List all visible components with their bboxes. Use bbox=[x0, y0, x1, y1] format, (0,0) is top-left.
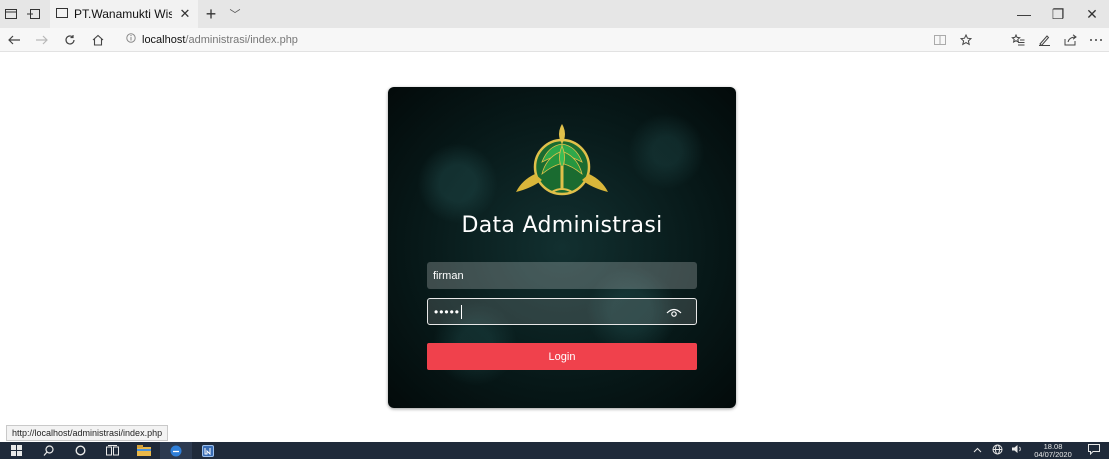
username-input[interactable]: firman bbox=[427, 262, 697, 289]
restore-button[interactable]: ❐ bbox=[1041, 0, 1075, 28]
favorites-icon[interactable] bbox=[1005, 28, 1031, 52]
info-icon[interactable] bbox=[126, 33, 136, 46]
set-aside-tabs-icon[interactable] bbox=[22, 0, 44, 28]
search-icon[interactable] bbox=[32, 442, 64, 459]
windows-start-icon[interactable] bbox=[0, 442, 32, 459]
password-input[interactable]: ••••• bbox=[427, 298, 697, 325]
address-bar[interactable]: localhost/administrasi/index.php bbox=[120, 30, 880, 50]
pen-icon[interactable] bbox=[1031, 28, 1057, 52]
favorite-star-icon[interactable] bbox=[953, 28, 979, 52]
chevron-up-icon[interactable] bbox=[967, 445, 987, 456]
password-mask: ••••• bbox=[434, 304, 461, 319]
tab-menu-chevron-icon[interactable]: ﹀ bbox=[224, 0, 246, 28]
forward-icon[interactable] bbox=[28, 28, 56, 52]
back-icon[interactable] bbox=[0, 28, 28, 52]
file-explorer-icon[interactable] bbox=[128, 442, 160, 459]
company-logo-icon bbox=[516, 124, 608, 196]
login-card: Data Administrasi firman ••••• Login bbox=[388, 87, 736, 408]
new-tab-button[interactable]: + bbox=[198, 0, 224, 28]
system-tray: 18.08 04/07/2020 bbox=[967, 442, 1109, 459]
tab-title: PT.Wanamukti Wisesa T bbox=[74, 7, 172, 21]
url-path: /administrasi/index.php bbox=[185, 33, 298, 46]
app-icon[interactable] bbox=[192, 442, 224, 459]
browser-tab[interactable]: PT.Wanamukti Wisesa T ✕ bbox=[50, 0, 198, 28]
url-host: localhost bbox=[142, 33, 186, 46]
volume-icon[interactable] bbox=[1007, 444, 1027, 457]
clock-date: 04/07/2020 bbox=[1034, 449, 1072, 459]
share-icon[interactable] bbox=[1057, 28, 1083, 52]
status-bar-url: http://localhost/administrasi/index.php bbox=[6, 425, 169, 441]
edge-icon[interactable] bbox=[160, 442, 192, 459]
windows-taskbar: 18.08 04/07/2020 bbox=[0, 442, 1109, 459]
close-window-button[interactable]: ✕ bbox=[1075, 0, 1109, 28]
username-value: firman bbox=[433, 269, 464, 282]
login-title: Data Administrasi bbox=[461, 213, 663, 238]
more-icon[interactable] bbox=[1083, 28, 1109, 52]
browser-tab-bar: PT.Wanamukti Wisesa T ✕ + ﹀ — ❐ ✕ bbox=[0, 0, 1109, 28]
refresh-icon[interactable] bbox=[56, 28, 84, 52]
minimize-button[interactable]: — bbox=[1007, 0, 1041, 28]
show-password-eye-icon[interactable] bbox=[666, 305, 682, 319]
cortana-icon[interactable] bbox=[64, 442, 96, 459]
notification-icon[interactable] bbox=[1079, 443, 1109, 458]
text-caret bbox=[461, 304, 463, 319]
tab-close-icon[interactable]: ✕ bbox=[178, 6, 192, 22]
window-controls: — ❐ ✕ bbox=[1007, 0, 1109, 28]
separator-space bbox=[979, 28, 1005, 52]
taskbar-clock[interactable]: 18.08 04/07/2020 bbox=[1027, 442, 1079, 459]
tab-preview-icon[interactable] bbox=[0, 0, 22, 28]
login-button[interactable]: Login bbox=[427, 343, 697, 370]
reading-view-icon[interactable] bbox=[927, 28, 953, 52]
network-icon[interactable] bbox=[987, 444, 1007, 458]
nav-right-tools bbox=[927, 28, 1109, 52]
home-icon[interactable] bbox=[84, 28, 112, 52]
page-icon bbox=[56, 7, 68, 21]
task-view-icon[interactable] bbox=[96, 442, 128, 459]
browser-nav-bar: localhost/administrasi/index.php bbox=[0, 28, 1109, 52]
